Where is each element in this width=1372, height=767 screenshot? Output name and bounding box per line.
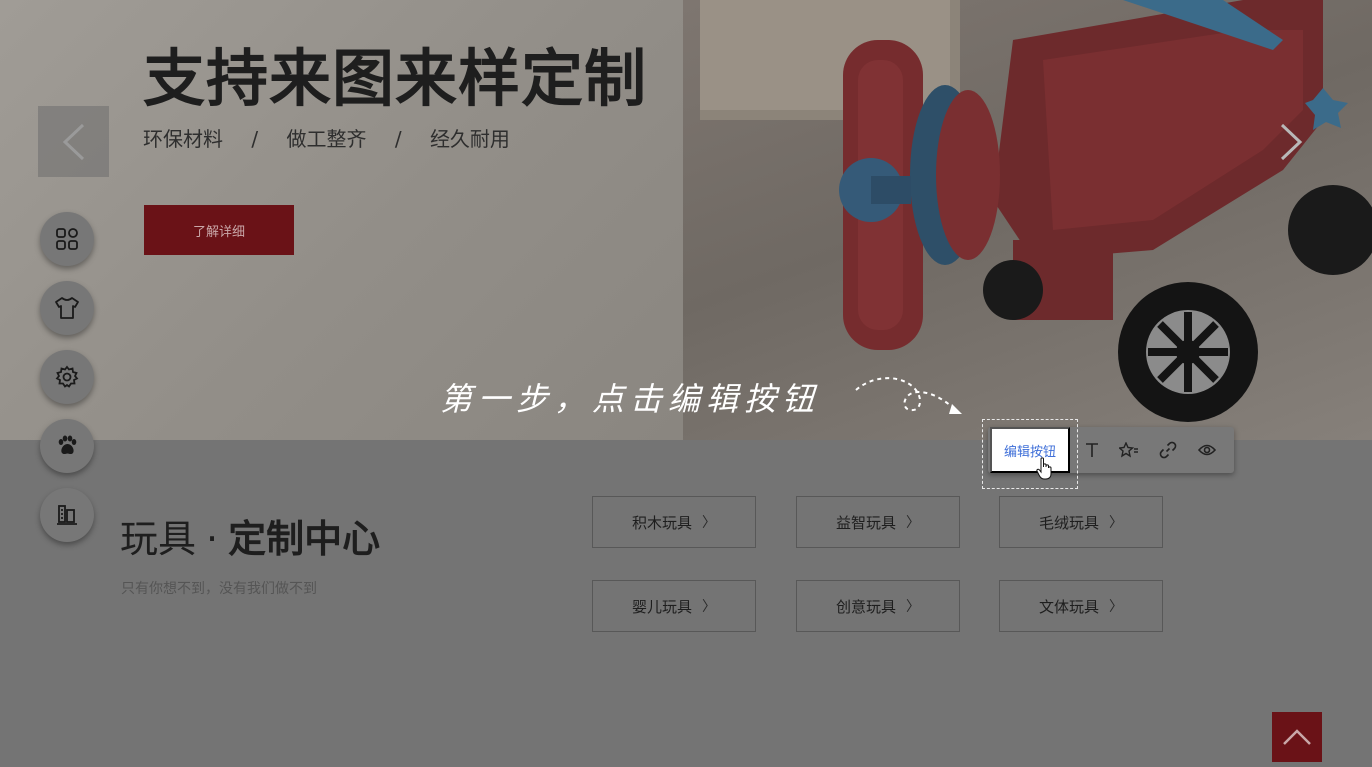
- carousel-prev-button[interactable]: [38, 106, 109, 177]
- category-button[interactable]: 创意玩具〉: [796, 580, 960, 632]
- paw-icon: [58, 435, 77, 455]
- hero-feature: 做工整齐: [286, 127, 367, 151]
- curved-arrow-icon: [855, 377, 962, 414]
- sidebar-item-components[interactable]: [40, 212, 94, 266]
- category-label: 积木玩具: [631, 513, 692, 532]
- category-label: 毛绒玩具: [1038, 513, 1099, 532]
- link-icon: [1159, 441, 1177, 459]
- chevron-right-icon: 〉: [1109, 515, 1123, 531]
- eye-icon: [1198, 444, 1216, 456]
- sidebar-item-plugins[interactable]: [40, 419, 94, 473]
- chevron-right-icon: 〉: [702, 515, 716, 531]
- building-icon: [57, 505, 77, 525]
- category-label: 婴儿玩具: [631, 597, 692, 616]
- hero-subtitle: 环保材料 / 做工整齐 / 经久耐用: [143, 123, 510, 152]
- hero-feature: 经久耐用: [429, 127, 510, 151]
- hand-cursor-icon: [1036, 457, 1052, 480]
- category-label: 创意玩具: [835, 597, 896, 616]
- preview-tool-button[interactable]: [1197, 440, 1217, 460]
- category-button[interactable]: 积木玩具〉: [592, 496, 756, 548]
- section-title-bold: 定制中心: [228, 517, 381, 561]
- chevron-right-icon: 〉: [906, 515, 920, 531]
- chevron-right-icon: 〉: [702, 599, 716, 615]
- sidebar-item-settings[interactable]: [40, 350, 94, 404]
- hero-separator: /: [394, 127, 402, 151]
- category-button[interactable]: 毛绒玩具〉: [999, 496, 1163, 548]
- hero-feature: 环保材料: [143, 127, 223, 151]
- chevron-right-icon: [1280, 123, 1302, 160]
- hero-separator: /: [251, 127, 259, 151]
- star-list-icon: [1119, 442, 1138, 458]
- side-toolbar: [40, 212, 94, 557]
- carousel-next-button[interactable]: [1255, 106, 1326, 177]
- category-button[interactable]: 文体玩具〉: [999, 580, 1163, 632]
- back-to-top-button[interactable]: [1272, 712, 1322, 762]
- text-tool-button[interactable]: [1082, 440, 1102, 460]
- category-label: 文体玩具: [1038, 597, 1099, 616]
- tutorial-hint: 第一步，点击编辑按钮: [440, 380, 821, 418]
- text-icon: [1086, 443, 1098, 457]
- category-button[interactable]: 益智玩具〉: [796, 496, 960, 548]
- category-button[interactable]: 婴儿玩具〉: [592, 580, 756, 632]
- sidebar-item-pages[interactable]: [40, 488, 94, 542]
- hero-title: 支持来图来样定制: [143, 42, 648, 115]
- chevron-up-icon: [1283, 729, 1311, 745]
- link-tool-button[interactable]: [1158, 440, 1178, 460]
- section-subtitle: 只有你想不到，没有我们做不到: [121, 581, 317, 597]
- chevron-right-icon: 〉: [906, 599, 920, 615]
- sidebar-item-theme[interactable]: [40, 281, 94, 335]
- gear-icon: [55, 365, 79, 388]
- style-tool-button[interactable]: [1119, 440, 1139, 460]
- category-label: 益智玩具: [835, 513, 896, 532]
- grid-icon: [56, 228, 78, 250]
- tshirt-icon: [55, 297, 79, 319]
- section-title: 玩具 · 定制中心: [120, 508, 380, 563]
- chevron-left-icon: [62, 123, 84, 160]
- learn-more-button[interactable]: 了解详细: [144, 205, 294, 255]
- chevron-right-icon: 〉: [1109, 599, 1123, 615]
- edit-button[interactable]: 编辑按钮: [990, 427, 1070, 473]
- section-title-light: 玩具: [120, 517, 197, 561]
- section-title-dot: ·: [206, 517, 219, 561]
